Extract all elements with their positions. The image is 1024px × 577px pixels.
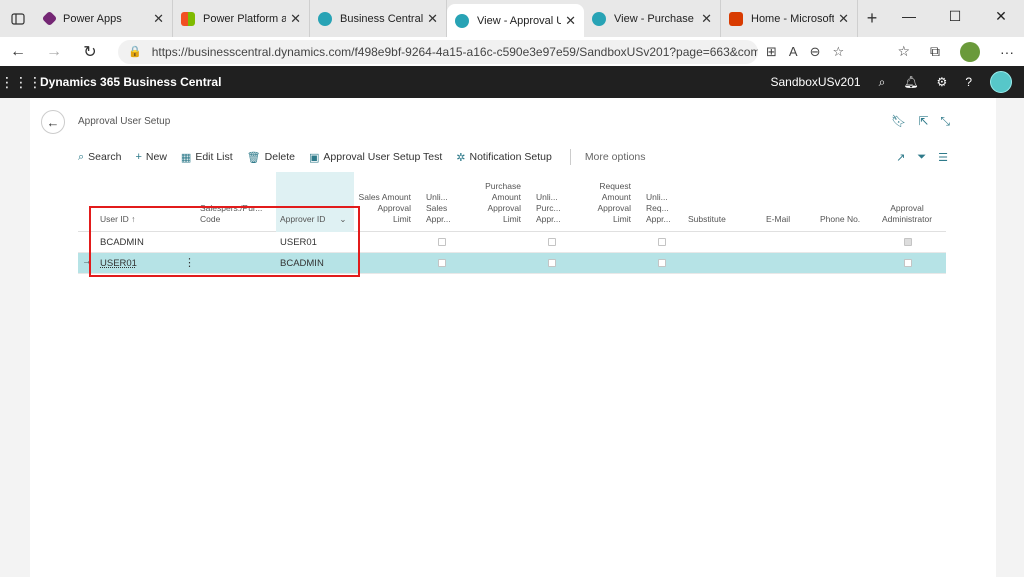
gears-icon: ✲ [456, 151, 466, 164]
url-field[interactable]: 🔒 https://businesscentral.dynamics.com/f… [118, 39, 758, 64]
power-apps-icon [41, 10, 58, 27]
new-tab-button[interactable]: + [858, 8, 886, 29]
app-launcher-icon[interactable]: ⋮⋮⋮ [0, 74, 42, 91]
collections-icon[interactable]: ⧉ [930, 43, 940, 60]
unlimited-request-checkbox[interactable] [658, 259, 666, 267]
delete-button[interactable]: 🗑︎ Delete [247, 151, 295, 164]
business-central-icon [318, 11, 332, 26]
environment-name: SandboxUSv201 [770, 75, 861, 89]
search-icon[interactable]: ⌕ [879, 75, 886, 90]
plus-icon: + [135, 151, 142, 163]
action-separator [569, 149, 571, 165]
notifications-bell-icon[interactable]: 🔔︎ [903, 75, 918, 89]
highlight-annotation-box [89, 206, 360, 277]
tab-business-central-admin[interactable]: Business Central Ad ✕ [310, 0, 447, 37]
favorites-icon[interactable]: ☆ [897, 43, 910, 60]
help-icon[interactable]: ? [965, 75, 972, 89]
office-icon [729, 11, 743, 26]
approval-admin-checkbox[interactable] [904, 238, 912, 246]
unlimited-sales-checkbox[interactable] [438, 259, 446, 267]
apps-grid-icon[interactable]: ⊞ [766, 44, 777, 60]
maximize-button[interactable]: ☐ [932, 0, 978, 32]
lock-icon[interactable]: 🔒 [128, 45, 142, 58]
minimize-button[interactable]: — [886, 0, 932, 32]
col-substitute[interactable]: Substitute [688, 214, 726, 225]
address-bar-row: ← → ↻ 🔒 https://businesscentral.dynamics… [0, 37, 1024, 66]
search-button[interactable]: ⌕ Search [78, 151, 121, 164]
unlimited-purchase-checkbox[interactable] [548, 238, 556, 246]
page-title: Approval User Setup [78, 116, 171, 127]
user-avatar[interactable] [990, 71, 1012, 93]
business-central-icon [592, 11, 606, 26]
close-tab-icon[interactable]: ✕ [153, 11, 164, 27]
close-tab-icon[interactable]: ✕ [427, 11, 438, 27]
approval-admin-checkbox[interactable] [904, 259, 912, 267]
edit-list-button[interactable]: ▦ Edit List [181, 151, 233, 164]
zoom-icon[interactable]: ⊖ [810, 44, 821, 60]
more-menu-icon[interactable]: ··· [1000, 44, 1014, 60]
browser-tab-bar: Power Apps ✕ Power Platform adm ✕ Busine… [0, 0, 1024, 37]
back-button[interactable]: ← [0, 43, 36, 61]
tab-power-platform[interactable]: Power Platform adm ✕ [173, 0, 310, 37]
tab-actions-icon[interactable] [0, 0, 36, 37]
col-phone[interactable]: Phone No. [820, 214, 860, 225]
col-unlimited-request[interactable]: Unli... Req... Appr... [646, 192, 671, 225]
col-purchase-amount-limit[interactable]: Purchase Amount Approval Limit [471, 181, 521, 225]
new-button[interactable]: + New [135, 151, 166, 163]
forward-button[interactable]: → [36, 43, 72, 61]
favorite-star-icon[interactable]: ☆ [832, 44, 844, 60]
unlimited-request-checkbox[interactable] [658, 238, 666, 246]
close-tab-icon[interactable]: ✕ [290, 11, 301, 27]
edit-list-icon: ▦ [180, 151, 192, 164]
window-controls: — ☐ ✕ [886, 0, 1024, 37]
bc-header: ⋮⋮⋮ Dynamics 365 Business Central Sandbo… [0, 66, 1024, 98]
settings-gear-icon[interactable]: ⚙ [937, 75, 948, 89]
page-card: ← Approval User Setup 🔖︎ ⇱ ⤡ ⌕ Search + Ne… [30, 98, 996, 577]
refresh-button[interactable]: ↻ [72, 42, 108, 62]
microsoft-logo-icon [181, 11, 195, 26]
col-unlimited-sales[interactable]: Unli... Sales Appr... [426, 192, 451, 225]
more-options-button[interactable]: More options [585, 151, 646, 163]
close-tab-icon[interactable]: ✕ [565, 13, 576, 29]
close-tab-icon[interactable]: ✕ [838, 11, 849, 27]
trash-icon: 🗑︎ [246, 151, 261, 164]
search-icon: ⌕ [78, 150, 85, 163]
close-window-button[interactable]: ✕ [978, 0, 1024, 32]
page-back-button[interactable]: ← [41, 110, 65, 134]
collapse-icon[interactable]: ⤡ [940, 114, 950, 129]
read-aloud-icon[interactable]: A [789, 44, 798, 59]
col-approval-administrator[interactable]: Approval Administrator [874, 203, 940, 225]
open-new-window-icon[interactable]: ⇱ [918, 114, 928, 129]
tab-microsoft-365[interactable]: Home - Microsoft 3 ✕ [721, 0, 858, 37]
tab-purchase-order[interactable]: View - Purchase Or ✕ [584, 0, 721, 37]
tab-power-apps[interactable]: Power Apps ✕ [36, 0, 173, 37]
tab-approval-user-setup[interactable]: View - Approval Us ✕ [447, 4, 584, 37]
app-brand: Dynamics 365 Business Central [40, 75, 222, 89]
share-icon[interactable]: ↗ [896, 151, 905, 164]
notification-setup-button[interactable]: ✲ Notification Setup [456, 151, 552, 164]
report-icon: ▣ [309, 151, 320, 164]
col-sales-amount-limit[interactable]: Sales Amount Approval Limit [354, 192, 411, 225]
approval-user-setup-test-button[interactable]: ▣ Approval User Setup Test [309, 151, 442, 164]
close-tab-icon[interactable]: ✕ [701, 11, 712, 27]
col-email[interactable]: E-Mail [766, 214, 790, 225]
filter-icon[interactable]: ⏷ [917, 151, 926, 164]
unlimited-sales-checkbox[interactable] [438, 238, 446, 246]
col-request-amount-limit[interactable]: Request Amount Approval Limit [581, 181, 631, 225]
bookmark-icon[interactable]: 🔖︎ [891, 114, 906, 129]
business-central-icon [455, 13, 469, 28]
page-area: ← Approval User Setup 🔖︎ ⇱ ⤡ ⌕ Search + Ne… [0, 98, 1024, 577]
list-view-icon[interactable]: ☰ [938, 151, 948, 164]
unlimited-purchase-checkbox[interactable] [548, 259, 556, 267]
action-bar: ⌕ Search + New ▦ Edit List 🗑︎ Delete ▣ Approv… [78, 144, 948, 170]
browser-profile-avatar[interactable] [960, 41, 980, 62]
col-unlimited-purchase[interactable]: Unli... Purc... Appr... [536, 192, 561, 225]
